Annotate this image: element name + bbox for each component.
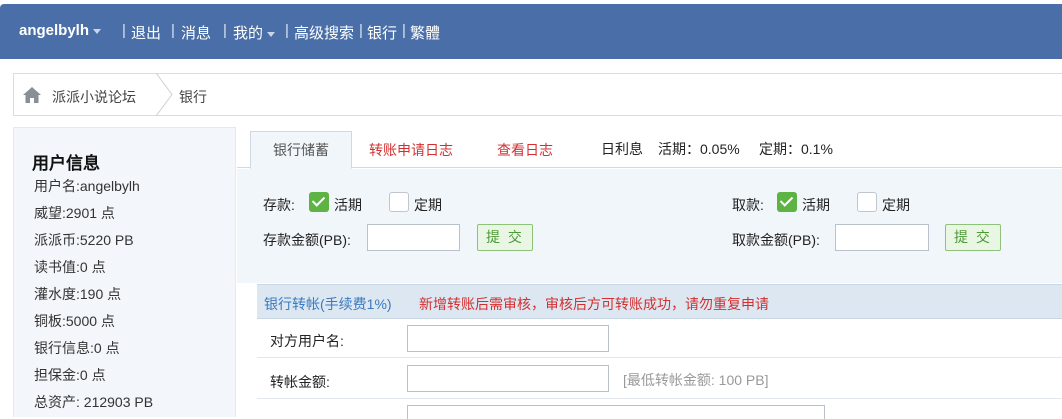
nav-separator: | bbox=[223, 22, 227, 39]
advanced-search-link[interactable]: 高级搜索 bbox=[294, 22, 354, 43]
nav-separator: | bbox=[402, 22, 406, 39]
current-rate: 活期：0.05% bbox=[658, 141, 740, 157]
nav-separator: | bbox=[359, 22, 363, 39]
withdraw-amount-input[interactable] bbox=[835, 224, 929, 251]
chevron-down-icon bbox=[93, 28, 102, 34]
transfer-amount-row: 转帐金额: [最低转帐金额: 100 PB] bbox=[257, 359, 1062, 399]
nav-separator: | bbox=[122, 22, 126, 39]
user-info-row: 威望:2901 点 bbox=[34, 205, 115, 221]
deposit-current-checkbox[interactable] bbox=[309, 192, 329, 212]
deposit-label: 存款: bbox=[263, 197, 295, 213]
tab-view-log[interactable]: 查看日志 bbox=[497, 140, 553, 160]
top-nav-bar: angelbylh | 退出 | 消息 | 我的 | 高级搜索 | 银行 | 繁… bbox=[0, 4, 1062, 59]
transfer-amount-label: 转帐金额: bbox=[270, 374, 330, 390]
bank-link[interactable]: 银行 bbox=[367, 22, 397, 43]
user-info-row: 总资产: 212903 PB bbox=[34, 394, 154, 410]
recipient-row: 对方用户名: bbox=[257, 320, 1062, 358]
messages-link[interactable]: 消息 bbox=[181, 22, 211, 43]
chevron-down-icon bbox=[267, 31, 276, 37]
mine-label: 我的 bbox=[233, 25, 264, 42]
user-info-row: 铜板:5000 点 bbox=[34, 313, 115, 329]
fixed-rate: 定期：0.1% bbox=[759, 141, 833, 157]
transfer-note-row bbox=[257, 400, 1062, 419]
recipient-username-input[interactable] bbox=[407, 325, 609, 352]
user-info-row: 担保金:0 点 bbox=[34, 367, 106, 383]
interest-label: 日利息 bbox=[601, 141, 643, 157]
breadcrumb-separator-icon bbox=[155, 73, 173, 116]
deposit-submit-button[interactable]: 提 交 bbox=[477, 224, 533, 251]
deposit-current-label: 活期 bbox=[334, 197, 362, 213]
deposit-fixed-checkbox[interactable] bbox=[389, 192, 409, 212]
user-info-row: 派派币:5220 PB bbox=[34, 232, 134, 248]
transfer-amount-input[interactable] bbox=[407, 365, 609, 392]
deposit-fixed-label: 定期 bbox=[414, 197, 442, 213]
nav-separator: | bbox=[285, 22, 289, 39]
nav-separator: | bbox=[171, 22, 175, 39]
transfer-notice: 新增转账后需审核，审核后方可转账成功，请勿重复申请 bbox=[419, 296, 769, 312]
withdraw-label: 取款: bbox=[732, 197, 764, 213]
mine-menu[interactable]: 我的 bbox=[233, 22, 276, 43]
transfer-title: 银行转帐(手续费1%) bbox=[264, 296, 392, 312]
deposit-amount-label: 存款金额(PB): bbox=[263, 232, 351, 248]
withdraw-amount-label: 取款金额(PB): bbox=[732, 232, 820, 248]
deposit-amount-input[interactable] bbox=[367, 224, 460, 251]
user-info-row: 灌水度:190 点 bbox=[34, 286, 122, 302]
home-icon[interactable] bbox=[22, 85, 42, 105]
withdraw-current-checkbox[interactable] bbox=[777, 192, 797, 212]
user-info-row: 读书值:0 点 bbox=[34, 259, 106, 275]
tab-transfer-log[interactable]: 转账申请日志 bbox=[369, 140, 453, 160]
user-info-title: 用户信息 bbox=[32, 154, 100, 173]
bank-tab-bar: 银行储蓄 转账申请日志 查看日志 日利息 活期：0.05% 定期：0.1% bbox=[237, 127, 1062, 169]
transfer-minimum-hint: [最低转帐金额: 100 PB] bbox=[623, 372, 769, 388]
tab-savings[interactable]: 银行储蓄 bbox=[250, 131, 352, 169]
withdraw-submit-button[interactable]: 提 交 bbox=[945, 224, 1001, 251]
user-info-row: 用户名:angelbylh bbox=[34, 178, 140, 194]
logout-link[interactable]: 退出 bbox=[131, 22, 161, 43]
bank-main-panel: 银行储蓄 转账申请日志 查看日志 日利息 活期：0.05% 定期：0.1% 存款… bbox=[237, 127, 1062, 419]
username-menu[interactable]: angelbylh bbox=[19, 22, 102, 39]
user-info-row: 银行信息:0 点 bbox=[34, 340, 120, 356]
traditional-chinese-link[interactable]: 繁體 bbox=[410, 22, 440, 43]
username-label: angelbylh bbox=[19, 22, 90, 39]
withdraw-fixed-label: 定期 bbox=[882, 197, 910, 213]
breadcrumb-forum-link[interactable]: 派派小说论坛 bbox=[52, 87, 136, 107]
user-info-panel: 用户信息 用户名:angelbylh 威望:2901 点 派派币:5220 PB… bbox=[13, 127, 236, 417]
transfer-section-header: 银行转帐(手续费1%) 新增转账后需审核，审核后方可转账成功，请勿重复申请 bbox=[257, 284, 1062, 319]
withdraw-fixed-checkbox[interactable] bbox=[857, 192, 877, 212]
breadcrumb-current: 银行 bbox=[179, 89, 207, 105]
breadcrumb: 派派小说论坛 银行 bbox=[13, 73, 1062, 116]
recipient-label: 对方用户名: bbox=[270, 333, 344, 349]
deposit-withdraw-area: 存款: 活期 定期 存款金额(PB): 提 交 取款: 活期 定期 取款金额(P… bbox=[237, 169, 1062, 283]
withdraw-current-label: 活期 bbox=[802, 197, 830, 213]
